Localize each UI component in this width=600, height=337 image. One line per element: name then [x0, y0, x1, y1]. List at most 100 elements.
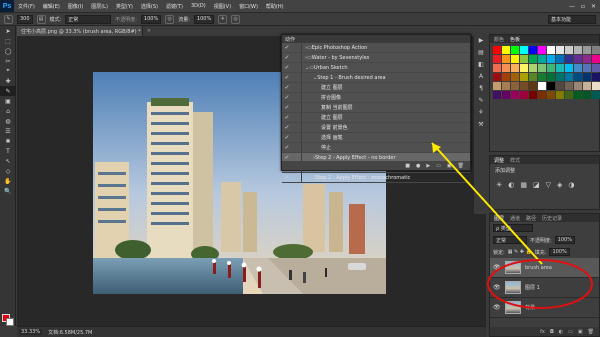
layers-footer-icon[interactable]: ▭	[568, 329, 573, 335]
color-swatch[interactable]	[556, 73, 564, 81]
adjustment-icon[interactable]: ☀	[496, 181, 502, 189]
tool-button[interactable]: ✋	[0, 176, 16, 186]
color-swatch[interactable]	[511, 73, 519, 81]
adjustment-icon[interactable]: ◪	[533, 181, 540, 189]
adjustment-icon[interactable]: ▦	[520, 181, 527, 189]
action-toggle-check-icon[interactable]: ✓	[282, 64, 292, 71]
fill-field[interactable]: 100%	[549, 248, 570, 256]
visibility-eye-icon[interactable]: 👁	[493, 264, 501, 271]
play-icon[interactable]: ▶	[474, 34, 488, 46]
tool-button[interactable]: ▣	[0, 96, 16, 106]
color-swatch[interactable]	[529, 82, 537, 90]
layer-row[interactable]: 👁 brush area	[490, 258, 599, 278]
minimize-button[interactable]: —	[569, 3, 575, 10]
lock-icons[interactable]: ▦ ✎ ✚ 🔒	[508, 249, 532, 255]
color-swatch[interactable]	[493, 73, 501, 81]
adjustment-icon[interactable]: ◈	[557, 181, 562, 189]
color-swatch[interactable]	[511, 91, 519, 99]
tool-button[interactable]: ⬚	[0, 36, 16, 46]
tool-button[interactable]: ✂	[0, 56, 16, 66]
action-toggle-check-icon[interactable]: ✓	[282, 104, 292, 111]
color-swatch[interactable]	[574, 73, 582, 81]
background-color-swatch[interactable]	[6, 318, 14, 326]
tool-button[interactable]: ✚	[0, 76, 16, 86]
color-swatch[interactable]	[583, 91, 591, 99]
adjustment-icon[interactable]: ◑	[568, 181, 574, 189]
color-swatch[interactable]	[538, 64, 546, 72]
paragraph-icon[interactable]: ¶	[474, 82, 488, 94]
pressure-opacity-icon[interactable]: ◎	[165, 14, 175, 24]
visibility-eye-icon[interactable]: 👁	[493, 284, 501, 291]
tool-button[interactable]: ⌂	[0, 106, 16, 116]
color-swatch[interactable]	[574, 64, 582, 72]
color-swatch[interactable]	[529, 64, 537, 72]
action-toggle-check-icon[interactable]: ✓	[282, 174, 292, 181]
layers-footer-icon[interactable]: ▣	[578, 329, 583, 335]
color-swatch[interactable]	[511, 46, 519, 54]
color-swatch[interactable]	[574, 91, 582, 99]
color-swatch[interactable]	[565, 55, 573, 63]
color-swatch[interactable]	[574, 55, 582, 63]
close-button[interactable]: ✕	[591, 3, 596, 10]
action-row[interactable]: ✓ ⌄ ▭ Urban Sketch	[282, 63, 470, 73]
flow-field[interactable]: 100%	[193, 14, 215, 24]
blend-mode-select[interactable]: 正常	[493, 236, 527, 244]
layer-row[interactable]: 👁 背景	[490, 298, 599, 318]
color-swatch[interactable]	[592, 64, 600, 72]
color-swatch[interactable]	[520, 46, 528, 54]
brush-presets-icon[interactable]: ✎	[474, 94, 488, 106]
color-swatch[interactable]	[502, 55, 510, 63]
mode-select[interactable]: 正常	[65, 14, 112, 24]
color-swatch[interactable]	[538, 46, 546, 54]
tool-button[interactable]: ➤	[0, 26, 16, 36]
tool-button[interactable]: ◯	[0, 46, 16, 56]
action-toggle-check-icon[interactable]: ✓	[282, 154, 292, 161]
visibility-eye-icon[interactable]: 👁	[493, 304, 501, 311]
color-swatch[interactable]	[529, 91, 537, 99]
action-toggle-check-icon[interactable]: ✓	[282, 84, 292, 91]
layer-opacity-field[interactable]: 100%	[554, 236, 575, 244]
action-row[interactable]: ✓ › ▭ Water - by Sevenstyles	[282, 53, 470, 63]
zoom-field[interactable]: 33.33%	[19, 329, 43, 335]
brush-size-picker[interactable]: 300	[17, 14, 33, 24]
workspace-select[interactable]: 基本功能	[548, 14, 596, 24]
color-swatch[interactable]	[538, 82, 546, 90]
tab-layers[interactable]: 图层	[494, 215, 504, 222]
close-document-icon[interactable]: ×	[147, 28, 151, 34]
color-swatch[interactable]	[547, 73, 555, 81]
color-swatch[interactable]	[493, 64, 501, 72]
color-swatch[interactable]	[547, 46, 555, 54]
actions-footer-icon[interactable]: 🗑	[458, 163, 464, 169]
action-dialog-toggle[interactable]	[292, 143, 302, 152]
actions-footer-icon[interactable]: ▣	[447, 163, 452, 169]
action-row[interactable]: ✓ 复制 当前图层	[282, 103, 470, 113]
properties-icon[interactable]: ◧	[474, 58, 488, 70]
color-swatch[interactable]	[583, 55, 591, 63]
color-swatch[interactable]	[538, 55, 546, 63]
menu-item[interactable]: 选择(S)	[137, 3, 162, 10]
menu-item[interactable]: 3D(D)	[187, 3, 210, 10]
color-swatch[interactable]	[502, 46, 510, 54]
menu-item[interactable]: 图层(L)	[87, 3, 112, 10]
adjustment-icon[interactable]: ◐	[508, 181, 514, 189]
layer-name[interactable]: 图层 1	[525, 284, 540, 291]
tool-button[interactable]: ✎	[0, 86, 16, 96]
action-row[interactable]: ✓ 拼合图像	[282, 93, 470, 103]
action-row[interactable]: ✓ 设置 前景色	[282, 123, 470, 133]
action-row[interactable]: ✓ › Step 2 - Apply Effect - monochromatic	[282, 173, 470, 183]
document-info[interactable]: 文档:6.58M/25.7M	[48, 329, 92, 336]
action-dialog-toggle[interactable]	[292, 173, 302, 182]
color-swatch[interactable]	[502, 82, 510, 90]
color-swatch[interactable]	[556, 91, 564, 99]
action-dialog-toggle[interactable]	[292, 93, 302, 102]
adjustment-icon[interactable]: ▽	[546, 181, 551, 189]
color-swatch[interactable]	[592, 55, 600, 63]
tab-styles[interactable]: 样式	[510, 157, 520, 164]
color-swatch[interactable]	[538, 91, 546, 99]
action-toggle-check-icon[interactable]: ✓	[282, 134, 292, 141]
color-swatch[interactable]	[529, 73, 537, 81]
action-row[interactable]: ✓ 停止	[282, 143, 470, 153]
color-swatch[interactable]	[493, 55, 501, 63]
tool-button[interactable]: ☰	[0, 126, 16, 136]
color-swatch[interactable]	[502, 91, 510, 99]
